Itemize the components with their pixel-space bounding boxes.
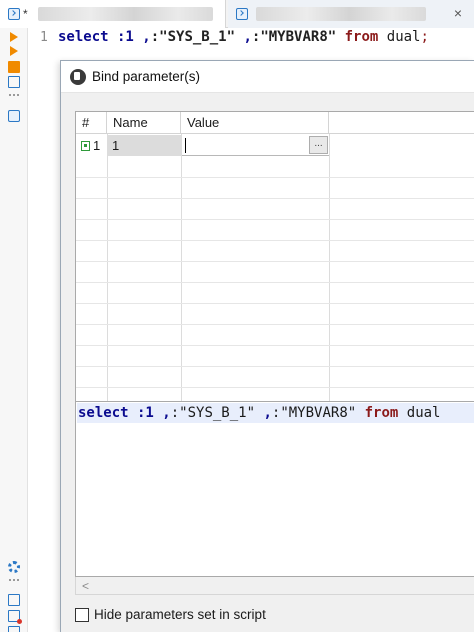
column-header-index[interactable]: # — [76, 112, 107, 134]
sql-bind-sys-b-1: :"SYS_B_1" — [170, 405, 256, 421]
sql-editor-line[interactable]: select :1 ,:"SYS_B_1" ,:"MYBVAR8" from d… — [58, 29, 429, 45]
horizontal-scrollbar[interactable]: < — [75, 577, 474, 595]
sql-comma: , — [235, 29, 252, 45]
sql-table-dual: dual — [378, 29, 421, 45]
value-editor-button[interactable]: ... — [309, 136, 328, 154]
sql-preview-line: select :1 ,:"SYS_B_1" ,:"MYBVAR8" from d… — [77, 403, 474, 423]
sql-preview-panel[interactable]: select :1 ,:"SYS_B_1" ,:"MYBVAR8" from d… — [75, 401, 474, 577]
row-divider — [76, 177, 474, 178]
toolbar-separator — [9, 94, 19, 96]
row-index-cell[interactable]: 1 — [76, 135, 107, 156]
document-icon[interactable] — [8, 76, 20, 88]
row-name-cell[interactable]: 1 — [107, 135, 181, 156]
editor-tab-2[interactable]: × — [228, 0, 474, 28]
sql-bind-sys-b-1: :"SYS_B_1" — [150, 29, 236, 45]
row-divider — [76, 198, 474, 199]
row-divider — [76, 219, 474, 220]
sql-table-dual: dual — [398, 405, 441, 421]
text-caret — [185, 138, 186, 153]
hide-parameters-option[interactable]: Hide parameters set in script — [75, 607, 266, 622]
sql-semicolon: ; — [420, 29, 429, 45]
row-index: 1 — [93, 138, 101, 153]
row-divider — [76, 282, 474, 283]
column-header-value[interactable]: Value — [181, 112, 329, 134]
sql-keyword-from: from — [336, 29, 379, 45]
console-icon[interactable] — [8, 110, 20, 122]
dialog-title: Bind parameter(s) — [92, 69, 201, 84]
row-divider — [76, 261, 474, 262]
table-header: # Name Value — [76, 112, 474, 134]
sql-keyword-select: select — [78, 405, 129, 421]
line-number: 1 — [40, 30, 48, 45]
sql-bind-1: :1 , — [128, 405, 171, 421]
tab-modified-marker: * — [23, 7, 28, 21]
redacted-tab-title — [37, 7, 213, 21]
settings-gear-icon[interactable] — [8, 561, 20, 573]
close-tab-icon[interactable]: × — [454, 6, 462, 20]
file-error-icon[interactable] — [8, 610, 22, 624]
redacted-tab-title — [256, 7, 426, 21]
editor-tab-strip: * × — [0, 0, 474, 28]
file-icon[interactable] — [8, 626, 20, 632]
column-header-name[interactable]: Name — [107, 112, 181, 134]
hide-parameters-label[interactable]: Hide parameters set in script — [94, 607, 266, 622]
execute-icon[interactable] — [10, 32, 18, 42]
sql-bind-mybvar8: :"MYBVAR8" — [251, 29, 337, 45]
row-divider — [76, 303, 474, 304]
hide-parameters-checkbox[interactable] — [75, 607, 89, 622]
sql-keyword-select: select — [58, 29, 109, 45]
sql-console-icon — [236, 8, 248, 20]
row-divider — [76, 387, 474, 388]
explain-plan-icon[interactable] — [8, 61, 20, 73]
dialog-title-bar[interactable]: Bind parameter(s) — [61, 61, 474, 93]
bind-parameters-dialog: Bind parameter(s) # Name Value 1 1 ... s… — [60, 60, 474, 632]
row-divider — [76, 240, 474, 241]
scroll-left-icon[interactable]: < — [82, 579, 89, 593]
sql-bind-1: :1 , — [108, 29, 151, 45]
editor-tab-1[interactable]: * — [0, 0, 226, 28]
dbeaver-app-icon — [70, 68, 86, 85]
sql-comma: , — [255, 405, 272, 421]
sql-console-icon — [8, 8, 20, 20]
sql-bind-mybvar8: :"MYBVAR8" — [271, 405, 357, 421]
column-header-empty — [329, 112, 474, 134]
editor-side-toolbar — [0, 28, 28, 632]
sql-keyword-from: from — [356, 405, 399, 421]
row-divider — [76, 345, 474, 346]
execute-script-icon[interactable] — [10, 46, 18, 56]
toolbar-separator — [9, 579, 19, 581]
row-divider — [76, 324, 474, 325]
parameter-icon — [81, 140, 90, 151]
table-row[interactable]: 1 1 ... — [76, 135, 474, 156]
file-icon[interactable] — [8, 594, 20, 606]
value-input[interactable]: ... — [182, 135, 329, 156]
row-divider — [76, 366, 474, 367]
